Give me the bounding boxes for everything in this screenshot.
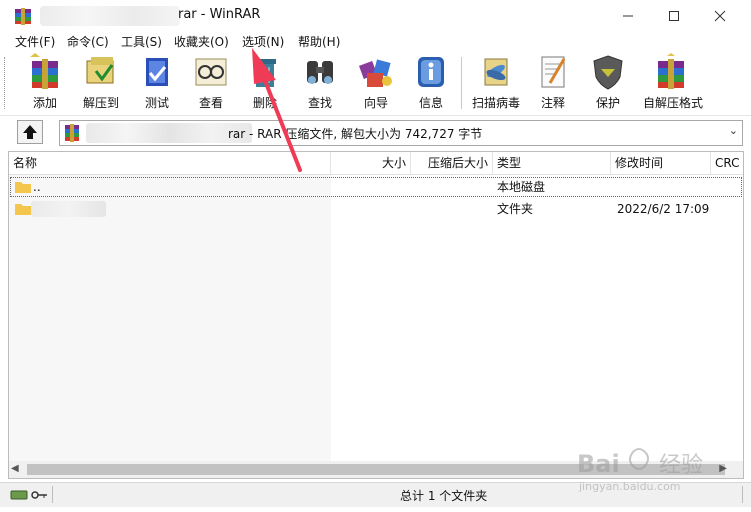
winrar-app-icon[interactable] xyxy=(14,7,32,25)
drive-key-icon[interactable] xyxy=(10,488,50,502)
toolbar-separator xyxy=(461,57,462,109)
sfx-label: 自解压格式 xyxy=(643,96,704,110)
extract-to-icon xyxy=(86,57,114,84)
test-icon xyxy=(146,58,168,86)
test-label: 测试 xyxy=(144,96,169,110)
test-button[interactable]: 测试 xyxy=(130,53,184,113)
maximize-icon xyxy=(669,10,679,21)
wizard-label: 向导 xyxy=(363,96,388,110)
menu-help[interactable]: 帮助(H) xyxy=(298,33,340,50)
find-button[interactable]: 查找 xyxy=(293,53,347,113)
table-row[interactable]: .. 本地磁盘 xyxy=(9,176,743,198)
wizard-icon xyxy=(359,59,392,87)
scroll-left-icon[interactable]: ◀ xyxy=(11,463,19,474)
window-title: rar - WinRAR xyxy=(178,7,261,22)
title-bar: rar - WinRAR xyxy=(0,0,751,31)
virus-scan-button[interactable]: 扫描病毒 xyxy=(469,53,523,113)
menu-tools[interactable]: 工具(S) xyxy=(121,33,162,50)
address-text: rar - RAR 压缩文件, 解包大小为 742,727 字节 xyxy=(228,127,483,141)
protect-label: 保护 xyxy=(595,96,620,110)
address-row: rar - RAR 压缩文件, 解包大小为 742,727 字节 ⌄ xyxy=(0,117,751,149)
row-type: 文件夹 xyxy=(497,202,534,216)
close-icon xyxy=(714,10,726,21)
info-icon xyxy=(418,57,444,87)
row-modified: 2022/6/2 17:09 xyxy=(617,202,710,216)
watermark: Bai 经验 jingyan.baidu.com xyxy=(575,444,745,494)
watermark-brand2: 经验 xyxy=(659,453,703,478)
menu-commands[interactable]: 命令(C) xyxy=(67,33,109,50)
protect-button[interactable]: 保护 xyxy=(581,53,635,113)
column-modified[interactable]: 修改时间 xyxy=(611,152,711,174)
close-button[interactable] xyxy=(697,0,743,31)
folder-icon xyxy=(15,204,31,215)
status-text: 总计 1 个文件夹 xyxy=(400,489,488,503)
status-divider xyxy=(52,486,53,503)
view-button[interactable]: 查看 xyxy=(184,53,238,113)
minimize-icon xyxy=(623,15,633,16)
watermark-url: jingyan.baidu.com xyxy=(578,480,681,493)
paw-icon xyxy=(629,448,649,470)
virus-scan-icon xyxy=(484,58,508,86)
find-label: 查找 xyxy=(307,96,332,110)
info-label: 信息 xyxy=(418,96,443,110)
comment-icon xyxy=(541,56,566,88)
add-button[interactable]: 添加 xyxy=(18,53,72,113)
address-bar[interactable]: rar - RAR 压缩文件, 解包大小为 742,727 字节 ⌄ xyxy=(59,120,743,146)
wizard-button[interactable]: 向导 xyxy=(349,53,403,113)
toolbar-grip[interactable] xyxy=(4,57,8,109)
menu-options[interactable]: 选项(N) xyxy=(242,33,284,50)
row-type: 本地磁盘 xyxy=(497,180,546,194)
toolbar: 添加 解压到 测试 查看 删除 查找 向导 信息 扫描病毒 注释 保护 自解压格… xyxy=(0,51,751,116)
virus-scan-label: 扫描病毒 xyxy=(471,96,520,110)
sfx-icon xyxy=(658,53,684,89)
minimize-button[interactable] xyxy=(605,0,651,31)
up-folder-button[interactable] xyxy=(17,120,43,144)
column-name[interactable]: 名称 xyxy=(9,152,331,174)
column-type[interactable]: 类型 xyxy=(493,152,611,174)
column-packed[interactable]: 压缩后大小 xyxy=(411,152,493,174)
column-header-row: 名称 大小 压缩后大小 类型 修改时间 CRC xyxy=(9,152,743,175)
menu-file[interactable]: 文件(F) xyxy=(15,33,55,50)
delete-icon xyxy=(254,59,276,87)
sfx-button[interactable]: 自解压格式 xyxy=(643,53,704,113)
rar-archive-icon xyxy=(65,124,79,142)
row-name: .. xyxy=(33,180,41,194)
folder-icon xyxy=(15,182,31,193)
table-row[interactable]: 文件夹 2022/6/2 17:09 xyxy=(9,198,743,220)
extract-to-button[interactable]: 解压到 xyxy=(74,53,128,113)
comment-button[interactable]: 注释 xyxy=(526,53,580,113)
column-crc[interactable]: CRC xyxy=(711,152,743,174)
delete-button[interactable]: 删除 xyxy=(238,53,292,113)
protect-icon xyxy=(593,55,623,90)
add-archive-icon xyxy=(30,53,58,89)
add-label: 添加 xyxy=(32,96,57,110)
view-label: 查看 xyxy=(198,96,223,110)
find-icon xyxy=(307,61,333,84)
file-list[interactable]: 名称 大小 压缩后大小 类型 修改时间 CRC .. 本地磁盘 文件夹 2022… xyxy=(8,151,744,479)
menu-bar: 文件(F) 命令(C) 工具(S) 收藏夹(O) 选项(N) 帮助(H) xyxy=(0,31,751,51)
menu-favorites[interactable]: 收藏夹(O) xyxy=(174,33,229,50)
chevron-down-icon[interactable]: ⌄ xyxy=(729,124,738,137)
title-redacted xyxy=(40,6,180,26)
maximize-button[interactable] xyxy=(651,0,697,31)
row-name-redacted xyxy=(31,201,106,217)
comment-label: 注释 xyxy=(540,96,565,110)
extract-to-label: 解压到 xyxy=(82,96,119,110)
info-button[interactable]: 信息 xyxy=(404,53,458,113)
column-size[interactable]: 大小 xyxy=(331,152,411,174)
watermark-brand: Bai xyxy=(577,450,620,478)
delete-label: 删除 xyxy=(252,96,277,110)
view-icon xyxy=(195,58,227,86)
up-arrow-icon xyxy=(23,125,37,139)
